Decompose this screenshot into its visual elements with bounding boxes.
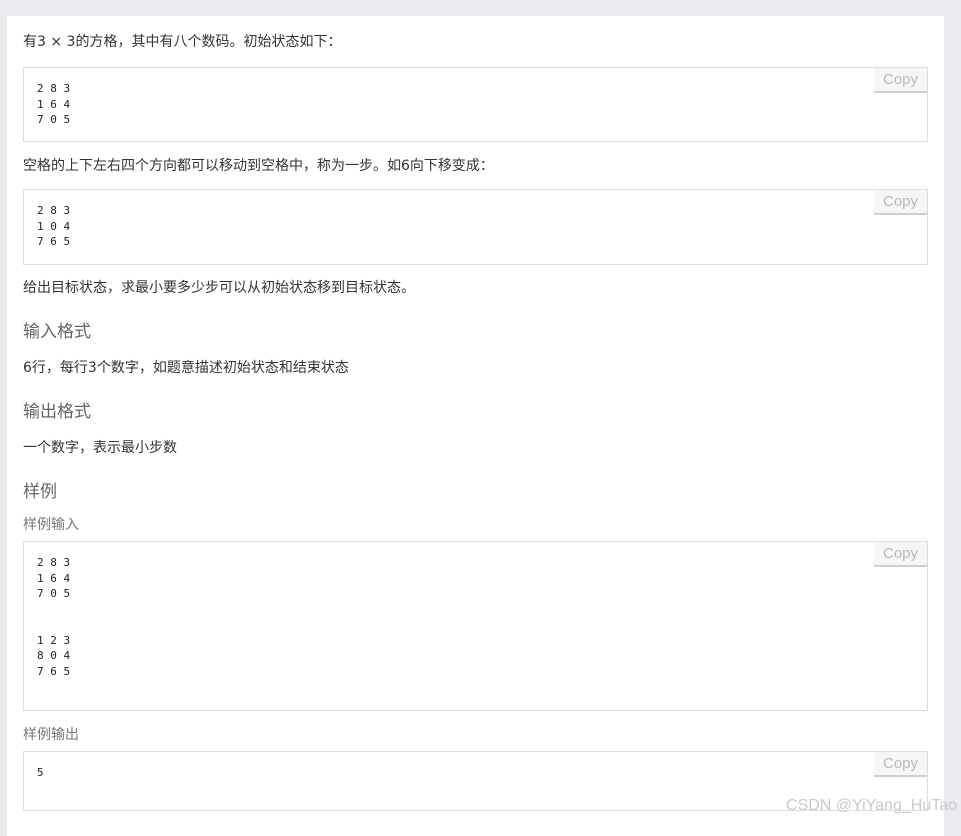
copy-button[interactable]: Copy [874,542,927,567]
problem-intro: 有3 × 3的方格，其中有八个数码。初始状态如下： [23,34,342,50]
output-format-heading: 输出格式 [23,402,91,422]
code-block-moved-state: 2 8 3 1 0 4 7 6 5 Copy [23,189,928,265]
copy-button[interactable]: Copy [874,190,927,215]
code-sample-output: 5 [37,766,44,779]
csdn-watermark: CSDN @YiYang_HuTao [786,797,957,814]
problem-move-rule: 空格的上下左右四个方向都可以移动到空格中，称为一步。如6向下移变成： [23,158,494,174]
input-format-text: 6行，每行3个数字，如题意描述初始状态和结束状态 [23,360,349,376]
problem-goal: 给出目标状态，求最小要多少步可以从初始状态移到目标状态。 [23,280,415,296]
copy-button[interactable]: Copy [874,68,927,93]
code-initial-state: 2 8 3 1 6 4 7 0 5 [37,82,71,126]
input-format-heading: 输入格式 [23,322,91,342]
sample-output-label: 样例输出 [23,727,79,743]
code-block-initial-state: 2 8 3 1 6 4 7 0 5 Copy [23,67,928,142]
output-format-text: 一个数字，表示最小步数 [23,440,177,456]
samples-heading: 样例 [23,482,57,502]
problem-card: 有3 × 3的方格，其中有八个数码。初始状态如下： 2 8 3 1 6 4 7 … [7,16,944,836]
sample-input-label: 样例输入 [23,517,79,533]
code-moved-state: 2 8 3 1 0 4 7 6 5 [37,204,71,248]
code-block-sample-input: 2 8 3 1 6 4 7 0 5 1 2 3 8 0 4 7 6 5 Copy [23,541,928,711]
code-sample-input: 2 8 3 1 6 4 7 0 5 1 2 3 8 0 4 7 6 5 [37,556,71,678]
copy-button[interactable]: Copy [874,752,927,777]
